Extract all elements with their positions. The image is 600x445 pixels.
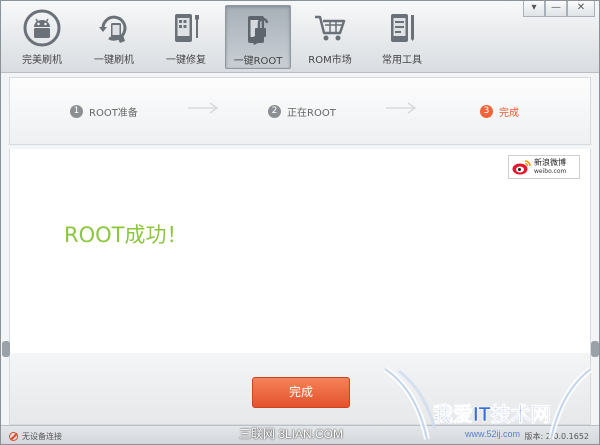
- tool-one-key-flash[interactable]: 一键刷机: [81, 5, 147, 69]
- tool-one-key-repair[interactable]: 一键修复: [153, 5, 219, 69]
- tool-perfect-flash[interactable]: 完美刷机: [9, 5, 75, 69]
- unlock-phone-icon: [248, 16, 269, 45]
- minimize-button[interactable]: —: [545, 1, 567, 17]
- weibo-icon: [512, 160, 531, 175]
- refresh-phone-icon: [99, 15, 127, 43]
- step-label: 正在ROOT: [287, 108, 336, 119]
- svg-text:我爱IT技术网: 我爱IT技术网: [433, 402, 551, 426]
- watermark-3lian: 三联网 3LIAN.COM: [239, 427, 344, 441]
- tool-label: ROM市场: [308, 55, 352, 66]
- phone-repair-icon: [175, 14, 199, 42]
- step-label: ROOT准备: [89, 108, 138, 119]
- done-button[interactable]: 完成: [252, 377, 350, 408]
- left-resize-handle[interactable]: [2, 341, 10, 357]
- tool-label: 一键修复: [166, 55, 206, 66]
- svg-text:www.52ij.com: www.52ij.com: [464, 429, 520, 439]
- arrow-right-icon: [188, 102, 219, 114]
- tool-one-key-root[interactable]: 一键ROOT: [225, 5, 291, 69]
- weibo-name: 新浪微博: [534, 158, 566, 167]
- device-status-text: 无设备连接: [22, 432, 62, 441]
- tool-label: 一键刷机: [94, 55, 134, 66]
- weibo-domain: weibo.com: [534, 168, 567, 175]
- close-button[interactable]: ✕: [567, 1, 595, 17]
- settings-menu-button[interactable]: ▾: [523, 1, 545, 17]
- step-rooting: 2 正在ROOT: [268, 104, 336, 119]
- weibo-share-button[interactable]: 新浪微博 weibo.com: [508, 155, 580, 179]
- step-number: 1: [70, 105, 83, 118]
- android-icon: [23, 9, 61, 47]
- phone-tools-icon: [391, 14, 414, 42]
- step-label: 完成: [499, 108, 519, 119]
- tool-label: 常用工具: [382, 55, 422, 66]
- main-toolbar: ▾ — ✕ 完美刷机 一键刷机 一键修复 一键ROOT ROM市场 常用工具: [1, 1, 599, 73]
- tool-label: 完美刷机: [22, 55, 62, 66]
- weibo-text: 新浪微博 weibo.com: [534, 158, 566, 176]
- arrow-right-icon: [386, 102, 417, 114]
- watermark-52ij: 我爱IT技术网 www.52ij.com: [383, 366, 593, 440]
- tool-rom-market[interactable]: ROM市场: [297, 5, 363, 69]
- root-progress-steps: 1 ROOT准备 2 正在ROOT 3 完成: [9, 77, 591, 145]
- root-success-message: ROOT成功！: [64, 223, 188, 247]
- tool-label: 一键ROOT: [233, 56, 283, 67]
- device-status: 无设备连接: [9, 431, 62, 442]
- window-controls: ▾ — ✕: [523, 1, 595, 17]
- right-resize-handle[interactable]: [591, 341, 599, 357]
- cart-icon: [315, 15, 346, 41]
- step-number: 3: [480, 105, 493, 118]
- step-number: 2: [268, 105, 281, 118]
- tool-common-tools[interactable]: 常用工具: [369, 5, 435, 69]
- app-window: ▾ — ✕ 完美刷机 一键刷机 一键修复 一键ROOT ROM市场 常用工具 1…: [0, 0, 600, 445]
- result-panel: 新浪微博 weibo.com ROOT成功！: [9, 149, 591, 353]
- no-device-icon: [9, 432, 18, 441]
- step-complete: 3 完成: [480, 104, 519, 119]
- step-root-prepare: 1 ROOT准备: [70, 104, 138, 119]
